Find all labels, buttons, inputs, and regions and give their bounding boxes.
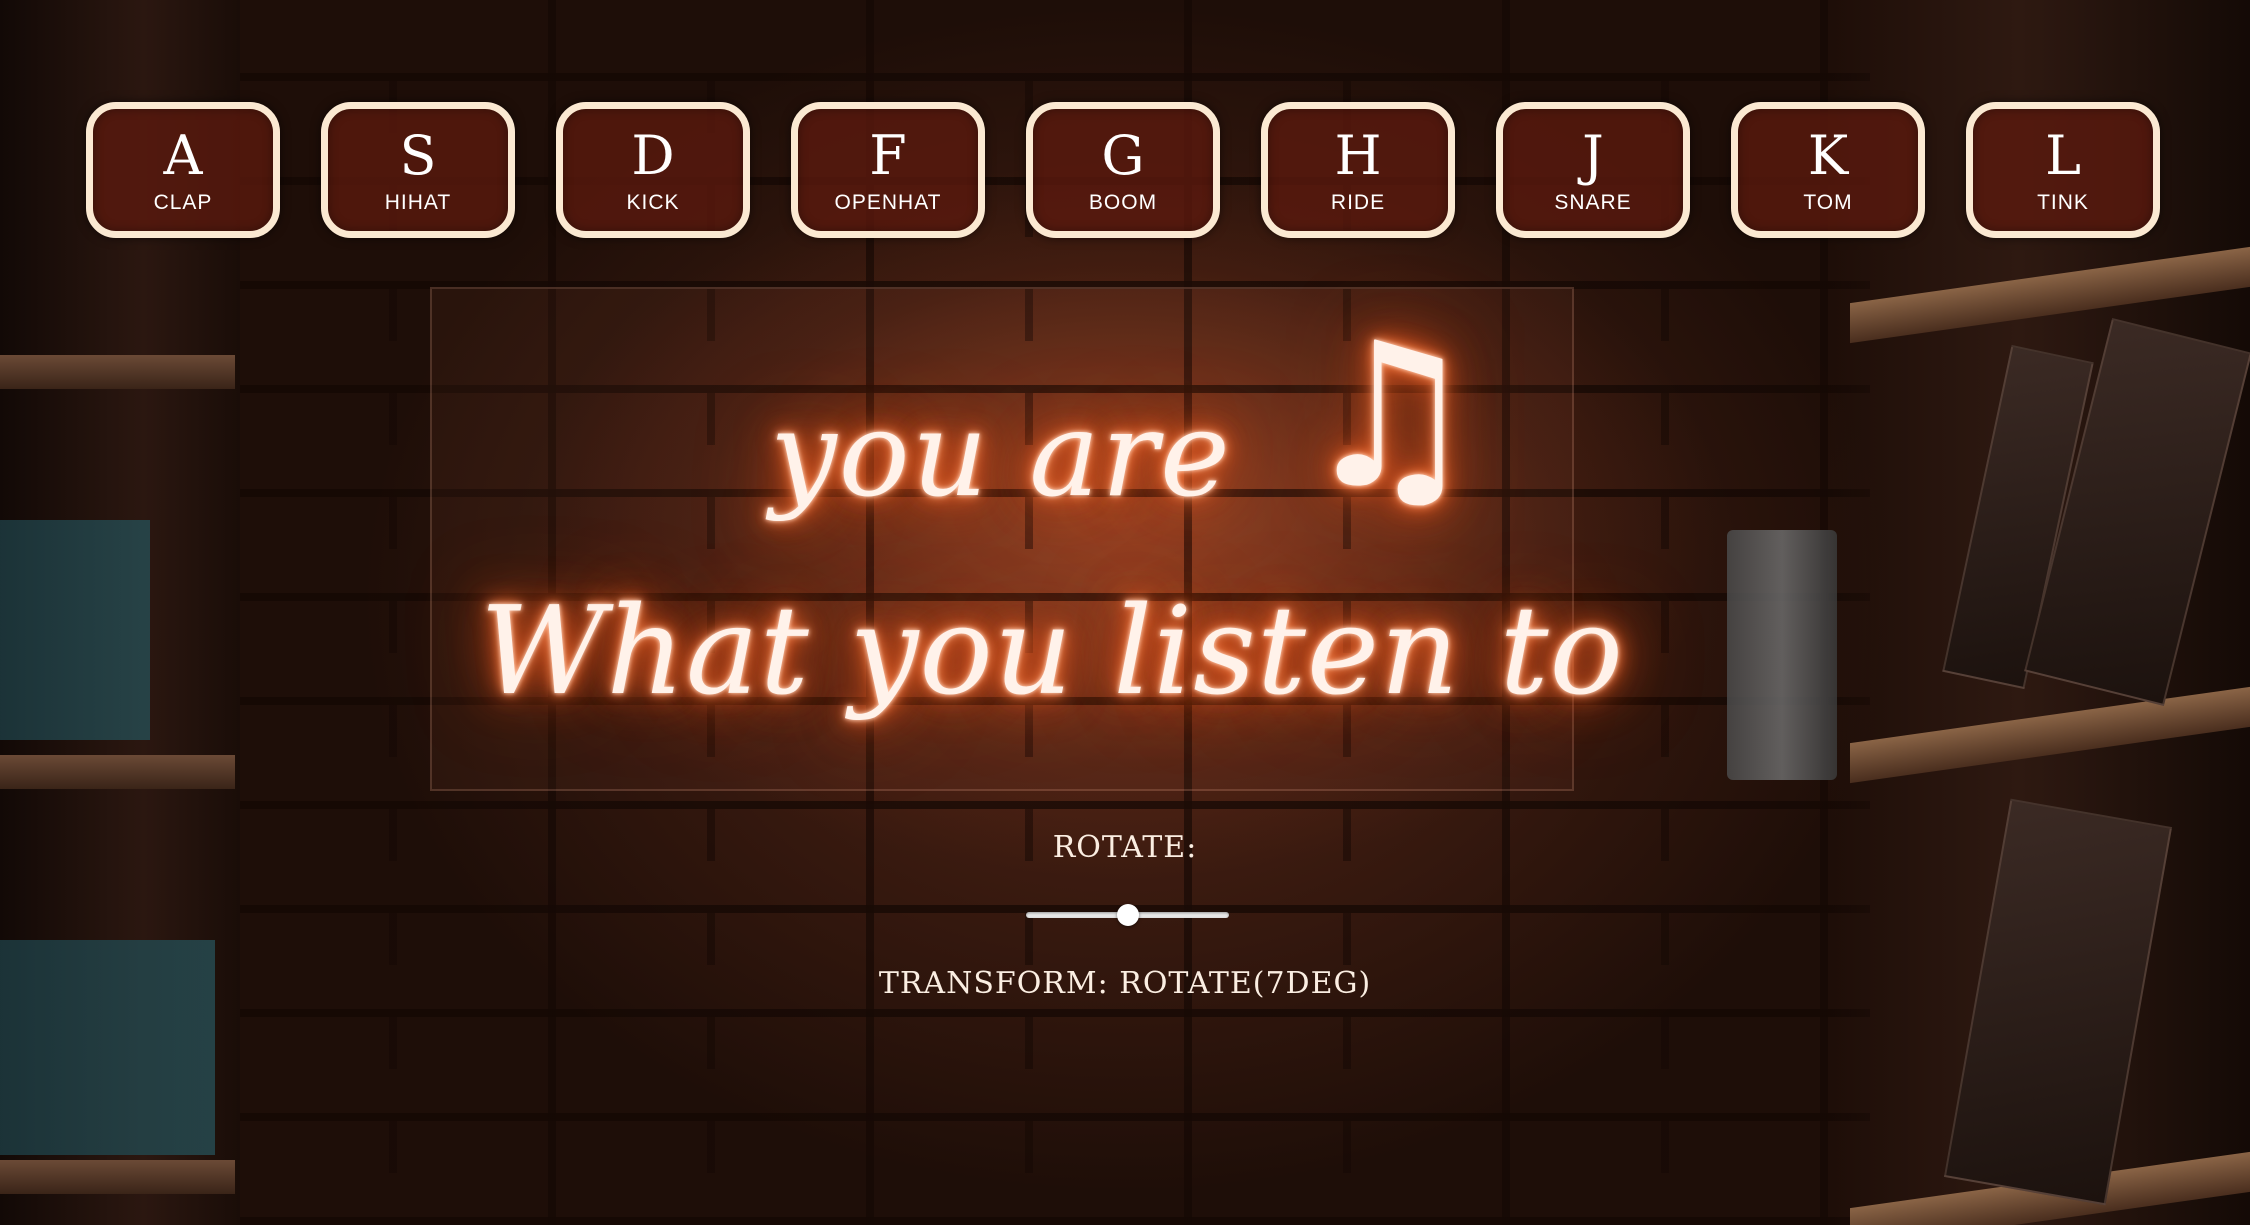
drum-key-boom[interactable]: G BOOM [1026,102,1220,238]
key-sound: BOOM [1088,191,1158,214]
drum-key-hihat[interactable]: S HIHAT [321,102,515,238]
music-note-icon: ♫ [1300,300,1480,533]
neon-text-line-1: you are [770,385,1232,523]
left-shelf-board [0,355,235,389]
key-letter: H [1334,124,1382,187]
left-shelf-book [0,520,150,740]
key-letter: F [869,124,907,187]
key-sound: OPENHAT [834,191,942,214]
key-sound: RIDE [1330,191,1386,214]
drum-key-clap[interactable]: A CLAP [86,102,280,238]
transform-readout: TRANSFORM: ROTATE(7DEG) [878,966,1372,1001]
drum-key-tink[interactable]: L TINK [1966,102,2160,238]
left-shelf-board [0,1160,235,1194]
key-letter: D [631,124,675,187]
slider-thumb-icon[interactable] [1116,904,1139,926]
drum-key-snare[interactable]: J SNARE [1496,102,1690,238]
key-letter: J [1582,124,1604,187]
right-shelf-board [1850,246,2250,344]
key-letter: K [1807,124,1849,187]
key-letter: S [399,124,437,187]
left-shelf-board [0,755,235,789]
drum-key-ride[interactable]: H RIDE [1261,102,1455,238]
key-sound: TINK [2037,191,2089,214]
neon-text-line-2: What you listen to [480,580,1624,722]
key-letter: A [163,124,203,187]
drum-keys: A CLAP S HIHAT D KICK F OPENHAT G BOOM H… [0,0,2250,260]
right-shelf-board [1850,686,2250,784]
key-letter: G [1101,124,1145,187]
rotate-slider[interactable] [1026,904,1229,926]
drum-key-kick[interactable]: D KICK [556,102,750,238]
key-sound: CLAP [153,191,213,214]
key-sound: KICK [626,191,680,214]
key-sound: HIHAT [384,191,452,214]
drum-key-openhat[interactable]: F OPENHAT [791,102,985,238]
neon-power-supply [1727,530,1837,780]
key-sound: SNARE [1554,191,1632,214]
key-letter: L [2045,124,2081,187]
rotate-label: ROTATE: [1052,830,1198,865]
drum-key-tom[interactable]: K TOM [1731,102,1925,238]
key-sound: TOM [1803,191,1853,214]
